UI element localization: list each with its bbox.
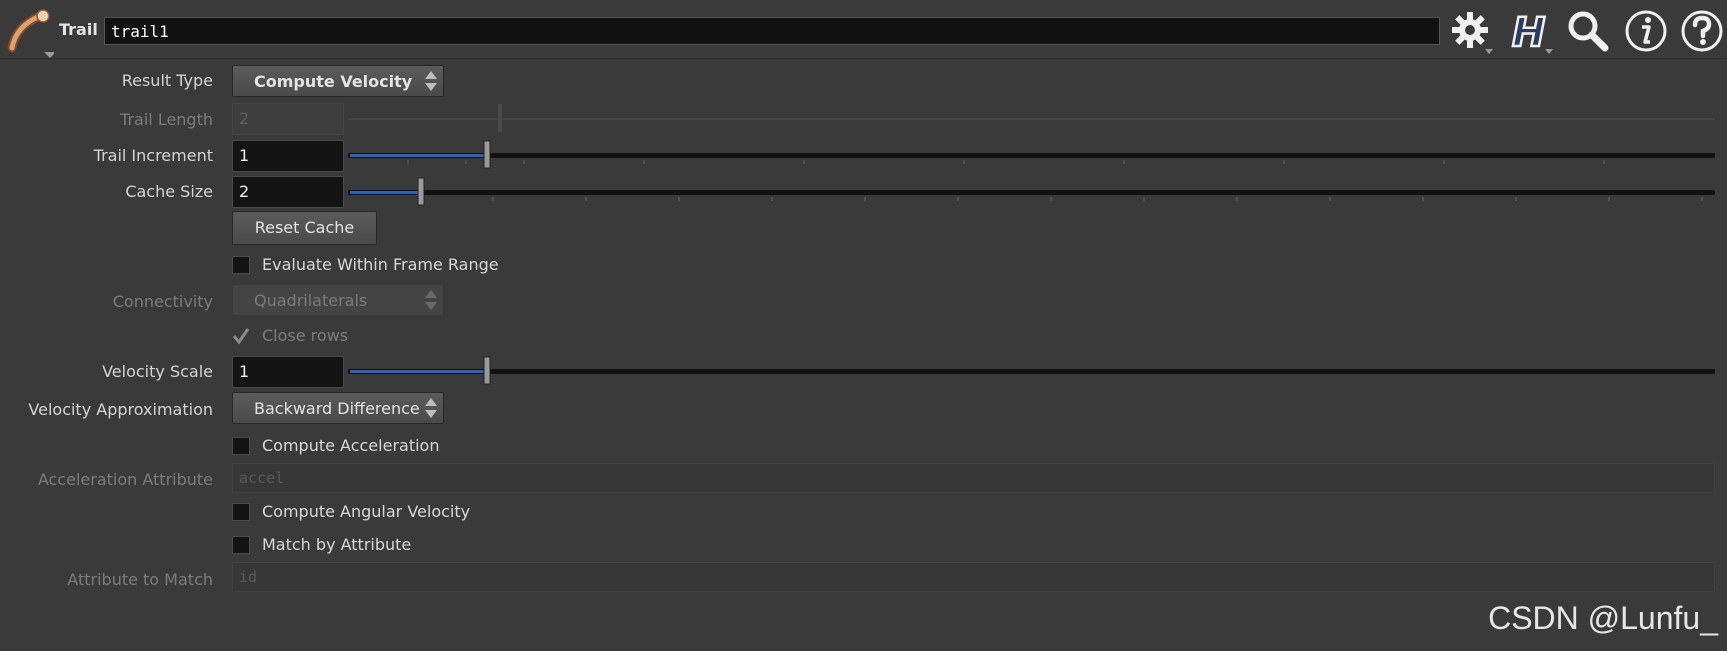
- trail-length-field[interactable]: 2: [232, 103, 344, 135]
- watermark: CSDN @Lunfu_: [1488, 600, 1718, 636]
- compute-accel-label: Compute Acceleration: [262, 436, 440, 455]
- question-icon[interactable]: [1679, 8, 1725, 54]
- match-by-attr-checkbox[interactable]: [232, 536, 250, 554]
- connectivity-label: Connectivity: [112, 292, 213, 311]
- parameter-header: Trail trail1 H: [0, 0, 1727, 59]
- svg-text:H: H: [1512, 10, 1545, 54]
- velocity-scale-slider[interactable]: [348, 356, 1715, 386]
- cache-size-slider[interactable]: [348, 177, 1715, 207]
- cache-size-field[interactable]: 2: [232, 176, 344, 208]
- close-rows-label: Close rows: [262, 326, 349, 345]
- close-rows-checkbox[interactable]: [232, 327, 250, 345]
- velocity-approx-label: Velocity Approximation: [28, 400, 213, 419]
- menu-arrows-icon: [425, 398, 437, 418]
- trail-increment-field[interactable]: 1: [232, 140, 344, 172]
- checkmark-icon: [232, 328, 250, 345]
- result-type-menu[interactable]: Compute Velocity: [232, 65, 444, 97]
- reset-cache-button[interactable]: Reset Cache: [232, 211, 377, 245]
- trail-increment-slider[interactable]: [348, 140, 1715, 170]
- cache-size-label: Cache Size: [125, 182, 213, 201]
- accel-attr-field[interactable]: accel: [232, 463, 1715, 493]
- eval-frame-range-label: Evaluate Within Frame Range: [262, 255, 499, 274]
- houdini-help-icon[interactable]: H: [1508, 8, 1554, 57]
- trail-length-label: Trail Length: [120, 110, 213, 129]
- trail-node-icon[interactable]: [6, 8, 56, 58]
- trail-length-slider[interactable]: [348, 104, 1715, 134]
- velocity-scale-label: Velocity Scale: [102, 362, 213, 381]
- result-type-value: Compute Velocity: [254, 72, 413, 91]
- info-icon[interactable]: [1623, 8, 1669, 54]
- connectivity-menu[interactable]: Quadrilaterals: [232, 284, 444, 316]
- connectivity-value: Quadrilaterals: [254, 291, 368, 310]
- velocity-scale-field[interactable]: 1: [232, 356, 344, 388]
- match-by-attr-label: Match by Attribute: [262, 535, 412, 554]
- accel-attr-label: Acceleration Attribute: [37, 470, 213, 489]
- velocity-approx-menu[interactable]: Backward Difference: [232, 392, 444, 424]
- compute-ang-vel-label: Compute Angular Velocity: [262, 502, 471, 521]
- trail-increment-label: Trail Increment: [93, 146, 213, 165]
- menu-arrows-icon: [425, 290, 437, 310]
- velocity-approx-value: Backward Difference: [254, 399, 420, 418]
- result-type-label: Result Type: [121, 71, 213, 90]
- node-type-label: Trail: [59, 20, 98, 39]
- compute-ang-vel-checkbox[interactable]: [232, 503, 250, 521]
- attr-to-match-field[interactable]: id: [232, 562, 1715, 592]
- gear-icon[interactable]: [1448, 8, 1494, 54]
- attr-to-match-label: Attribute to Match: [67, 570, 213, 589]
- eval-frame-range-checkbox[interactable]: [232, 256, 250, 274]
- search-icon[interactable]: [1565, 8, 1611, 54]
- node-name-field[interactable]: trail1: [104, 17, 1440, 45]
- menu-arrows-icon: [425, 71, 437, 91]
- compute-accel-checkbox[interactable]: [232, 437, 250, 455]
